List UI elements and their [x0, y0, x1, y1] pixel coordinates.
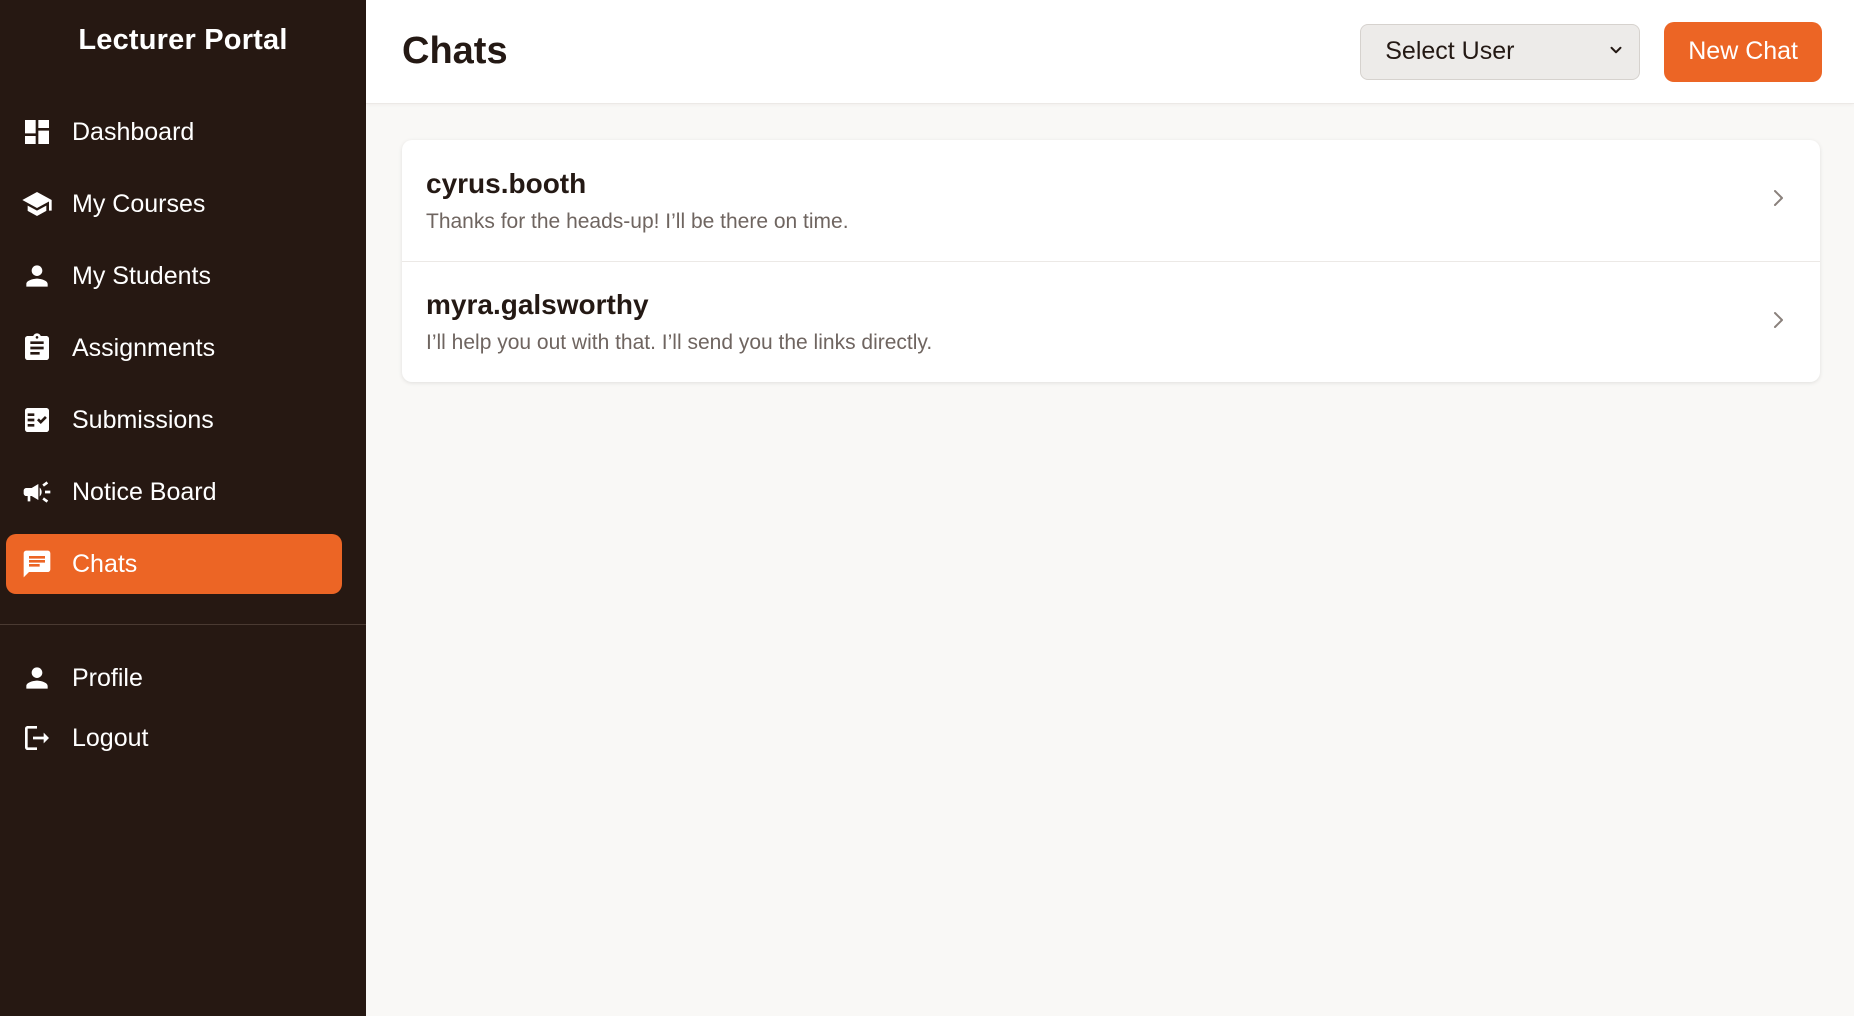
chat-last-message: I’ll help you out with that. I’ll send y… — [426, 331, 933, 354]
graduation-cap-icon — [20, 187, 54, 221]
sidebar-item-label: Chats — [72, 549, 138, 578]
page-title: Chats — [402, 30, 508, 72]
chat-list: cyrus.booth Thanks for the heads-up! I’l… — [402, 140, 1820, 382]
sidebar-item-notice-board[interactable]: Notice Board — [6, 462, 342, 522]
chat-text: cyrus.booth Thanks for the heads-up! I’l… — [426, 168, 1766, 234]
sidebar-item-chats[interactable]: Chats — [6, 534, 342, 594]
sidebar-item-label: Logout — [72, 723, 149, 752]
sidebar-item-label: Submissions — [72, 405, 214, 434]
sidebar-divider — [0, 624, 366, 625]
sidebar-item-label: Notice Board — [72, 477, 217, 506]
sidebar-bottom-nav: Profile Logout — [6, 650, 342, 770]
sidebar-nav: Dashboard My Courses My Students Assignm… — [6, 102, 342, 606]
sidebar-item-my-students[interactable]: My Students — [6, 246, 342, 306]
chevron-right-icon — [1766, 186, 1790, 215]
dashboard-icon — [20, 115, 54, 149]
chat-text: myra.galsworthy I’ll help you out with t… — [426, 289, 1766, 355]
clipboard-icon — [20, 331, 54, 365]
sidebar-item-submissions[interactable]: Submissions — [6, 390, 342, 450]
top-bar: Chats Select User New Chat — [366, 0, 1854, 104]
chat-icon — [20, 547, 54, 581]
chevron-down-icon — [1607, 37, 1625, 66]
person-icon — [20, 661, 54, 695]
sidebar-item-my-courses[interactable]: My Courses — [6, 174, 342, 234]
brand-title: Lecturer Portal — [78, 23, 288, 56]
chat-username: myra.galsworthy — [426, 289, 649, 320]
sidebar-item-label: Dashboard — [72, 117, 195, 146]
chat-last-message: Thanks for the heads-up! I’ll be there o… — [426, 209, 849, 233]
new-chat-button[interactable]: New Chat — [1664, 21, 1822, 82]
sidebar-item-logout[interactable]: Logout — [6, 710, 342, 766]
sidebar-item-label: Profile — [72, 663, 143, 692]
select-user-dropdown[interactable]: Select User — [1360, 23, 1641, 80]
main-area: Chats Select User New Chat cyrus.booth T… — [366, 0, 1854, 1016]
chat-list-item[interactable]: cyrus.booth Thanks for the heads-up! I’l… — [402, 140, 1820, 261]
sidebar-item-label: Assignments — [72, 333, 216, 362]
sidebar-item-label: My Courses — [72, 189, 206, 218]
sidebar: Lecturer Portal Dashboard My Courses My … — [0, 0, 366, 1016]
chat-list-section: cyrus.booth Thanks for the heads-up! I’l… — [366, 104, 1854, 382]
person-icon — [20, 259, 54, 293]
checklist-icon — [20, 403, 54, 437]
sidebar-item-dashboard[interactable]: Dashboard — [6, 102, 342, 162]
select-user-value: Select User — [1385, 37, 1515, 65]
chevron-right-icon — [1766, 308, 1790, 337]
megaphone-icon — [20, 475, 54, 509]
logout-icon — [20, 721, 54, 755]
sidebar-item-label: My Students — [72, 261, 211, 290]
chat-username: cyrus.booth — [426, 167, 587, 199]
sidebar-item-profile[interactable]: Profile — [6, 650, 342, 706]
chat-list-item[interactable]: myra.galsworthy I’ll help you out with t… — [402, 261, 1820, 382]
app-root: Lecturer Portal Dashboard My Courses My … — [0, 0, 1854, 1016]
sidebar-item-assignments[interactable]: Assignments — [6, 318, 342, 378]
